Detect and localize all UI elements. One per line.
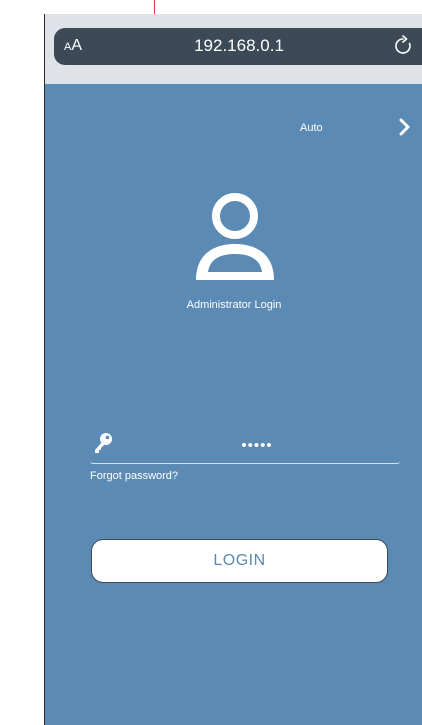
language-selector[interactable]: Auto — [300, 122, 323, 134]
forgot-password-link[interactable]: Forgot password? — [90, 470, 178, 482]
mobile-browser-viewport: AA 192.168.0.1 Auto Administrator Login … — [44, 14, 422, 725]
url-text[interactable]: 192.168.0.1 — [54, 36, 422, 56]
page-marker — [154, 0, 155, 14]
browser-top-strip: AA 192.168.0.1 — [45, 14, 422, 84]
login-button[interactable]: LOGIN — [91, 539, 388, 583]
chevron-right-icon[interactable] — [399, 118, 411, 136]
password-underline — [90, 461, 400, 464]
user-icon — [196, 193, 274, 280]
key-icon — [95, 433, 112, 453]
reload-icon[interactable] — [394, 35, 414, 57]
password-row — [90, 428, 401, 464]
login-page — [45, 84, 422, 725]
address-bar[interactable]: AA 192.168.0.1 — [54, 28, 422, 65]
password-field[interactable] — [120, 430, 394, 460]
admin-login-label: Administrator Login — [186, 299, 282, 311]
